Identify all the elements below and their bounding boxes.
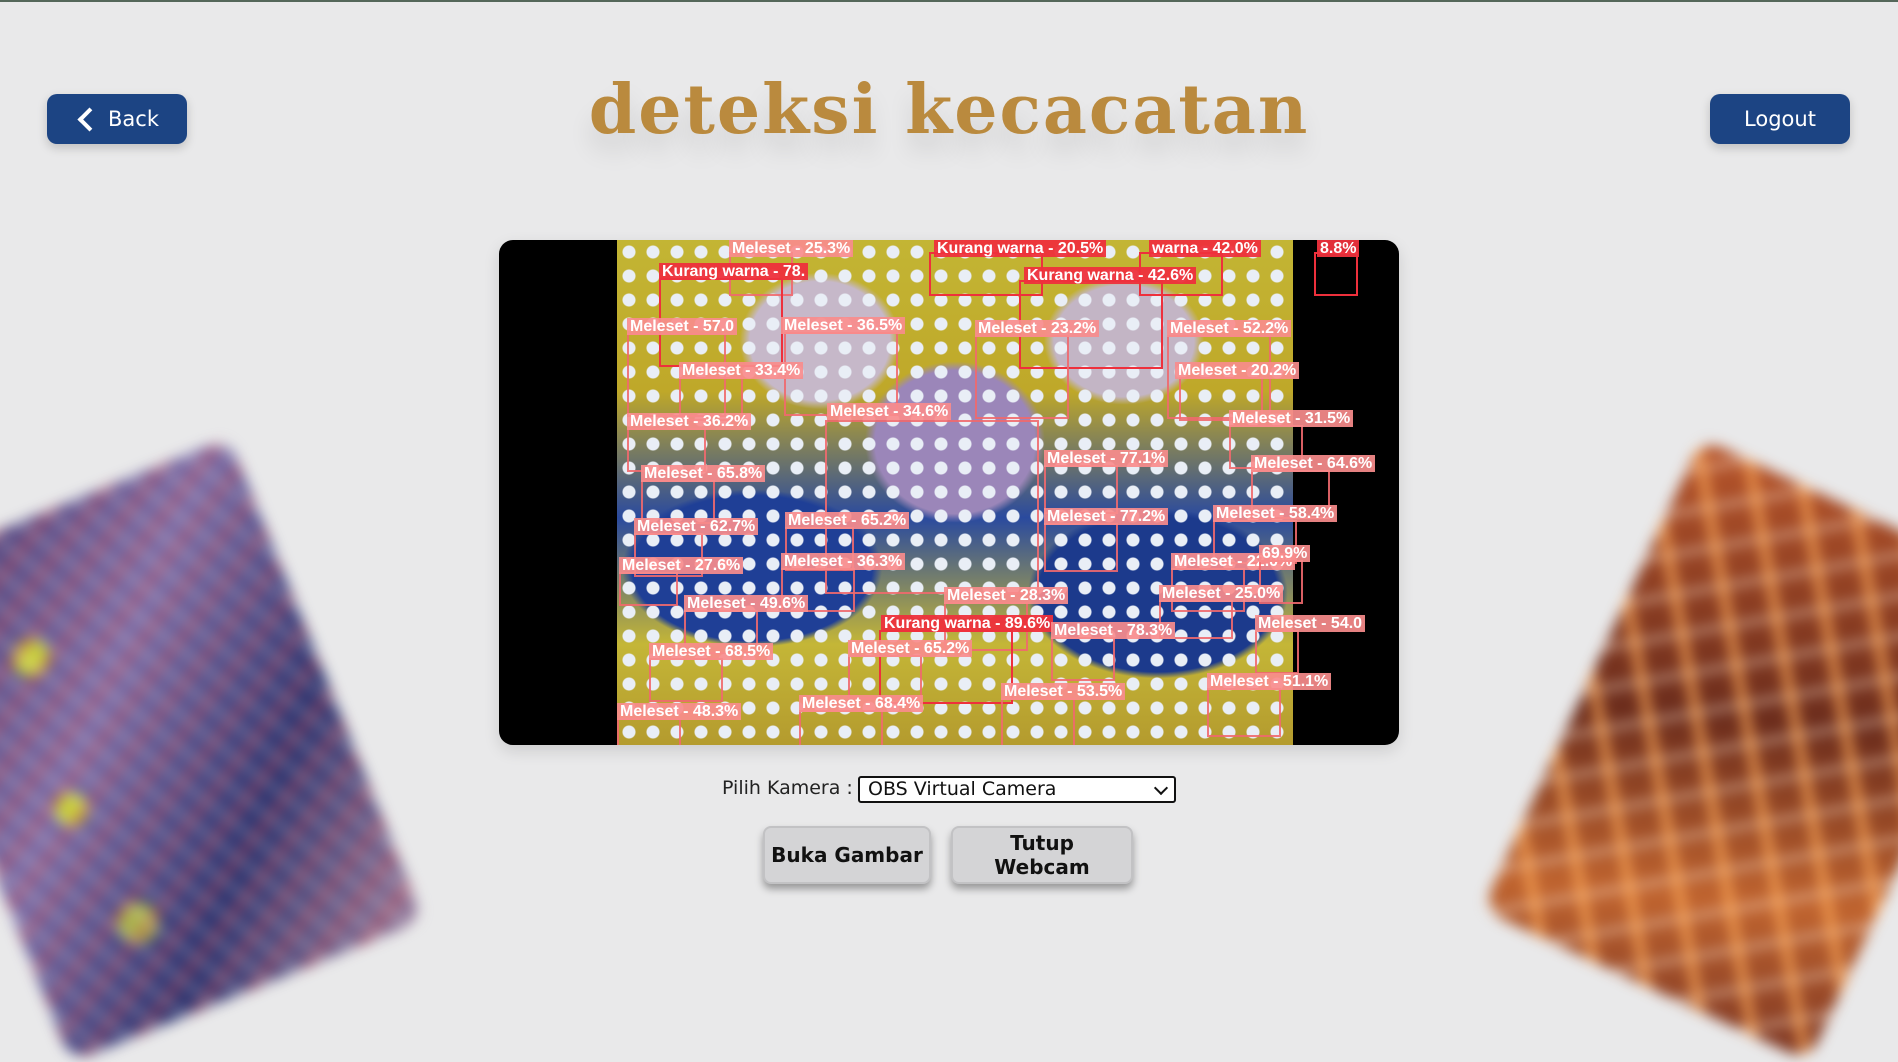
detection-box: [799, 710, 883, 745]
detection-box: [1001, 698, 1075, 745]
detection-label: Meleset - 48.3%: [617, 703, 742, 720]
detection-label: Kurang warna - 20.5%: [934, 240, 1107, 257]
detection-label: Meleset - 52.2%: [1167, 320, 1292, 337]
chevron-left-icon: [77, 107, 102, 132]
detection-label: Meleset - 34.6%: [827, 403, 952, 420]
detection-label: Meleset - 25.3%: [729, 240, 854, 257]
detection-label: Meleset - 78.3%: [1051, 622, 1176, 639]
open-image-button-label: Buka Gambar: [771, 843, 923, 867]
detection-label: Meleset - 27.6%: [619, 557, 744, 574]
logout-button-label: Logout: [1744, 107, 1816, 131]
detection-label: Meleset - 65.2%: [848, 640, 973, 657]
detection-box: [975, 335, 1069, 419]
close-webcam-button[interactable]: Tutup Webcam: [951, 826, 1133, 884]
detection-label: Meleset - 25.0%: [1159, 585, 1284, 602]
detection-label: Meleset - 65.8%: [641, 465, 766, 482]
detection-label: Meleset - 57.0: [627, 318, 738, 335]
camera-label: Pilih Kamera :: [722, 777, 853, 799]
detection-label: 69.9%: [1259, 545, 1311, 562]
back-button[interactable]: Back: [47, 94, 187, 144]
detection-label: Meleset - 33.4%: [679, 362, 804, 379]
detection-label: Meleset - 31.5%: [1229, 410, 1354, 427]
detection-label: Meleset - 77.2%: [1044, 508, 1169, 525]
decorative-batik-right: [1481, 438, 1898, 1062]
detection-label: Meleset - 65.2%: [785, 512, 910, 529]
detection-label: Meleset - 36.2%: [627, 413, 752, 430]
detection-label: Meleset - 53.5%: [1001, 683, 1126, 700]
chevron-down-icon: [1153, 780, 1169, 796]
detection-box: [1255, 630, 1299, 674]
detection-box: [848, 655, 922, 699]
detection-label: Meleset - 64.6%: [1251, 455, 1376, 472]
detection-box: [1044, 523, 1118, 572]
detection-box: [1314, 252, 1358, 296]
detection-label: Meleset - 62.7%: [634, 518, 759, 535]
logout-button[interactable]: Logout: [1710, 94, 1850, 144]
detection-label: Meleset - 77.1%: [1044, 450, 1169, 467]
page-title: deteksi kecacatan: [588, 70, 1310, 150]
detection-box: [1051, 637, 1115, 681]
top-border: [0, 0, 1898, 2]
webcam-feed: Meleset - 25.3% Kurang warna - 20.5% warna…: [499, 240, 1399, 745]
detection-label: Meleset - 36.3%: [781, 553, 906, 570]
detection-label: Kurang warna - 89.6%: [881, 615, 1054, 632]
detection-label: 8.8%: [1317, 240, 1360, 257]
back-button-label: Back: [108, 107, 159, 131]
detection-box: [617, 718, 681, 745]
detection-label: Kurang warna - 42.6%: [1024, 267, 1197, 284]
detection-label: Meleset - 28.3%: [944, 587, 1069, 604]
detection-label: Meleset - 23.2%: [975, 320, 1100, 337]
camera-select-value: OBS Virtual Camera: [868, 778, 1057, 800]
detection-box: [1207, 688, 1281, 737]
detection-box: [1044, 465, 1118, 514]
open-image-button[interactable]: Buka Gambar: [763, 826, 931, 884]
detection-label: Meleset - 58.4%: [1213, 505, 1338, 522]
detection-label: Meleset - 68.4%: [799, 695, 924, 712]
detection-label: Meleset - 20.2%: [1175, 362, 1300, 379]
detection-label: Meleset - 68.5%: [649, 643, 774, 660]
detection-label: Kurang warna - 78.: [659, 263, 809, 280]
detection-label: Meleset - 49.6%: [684, 595, 809, 612]
detection-box: [649, 658, 723, 702]
detection-label: warna - 42.0%: [1149, 240, 1261, 257]
detection-label: Meleset - 51.1%: [1207, 673, 1332, 690]
decorative-batik-left: [0, 437, 424, 1062]
detection-label: Meleset - 54.0: [1255, 615, 1366, 632]
close-webcam-button-label: Tutup Webcam: [994, 831, 1090, 879]
detection-box: [619, 572, 678, 606]
camera-select[interactable]: OBS Virtual Camera: [858, 776, 1176, 803]
detection-label: Meleset - 36.5%: [781, 317, 906, 334]
